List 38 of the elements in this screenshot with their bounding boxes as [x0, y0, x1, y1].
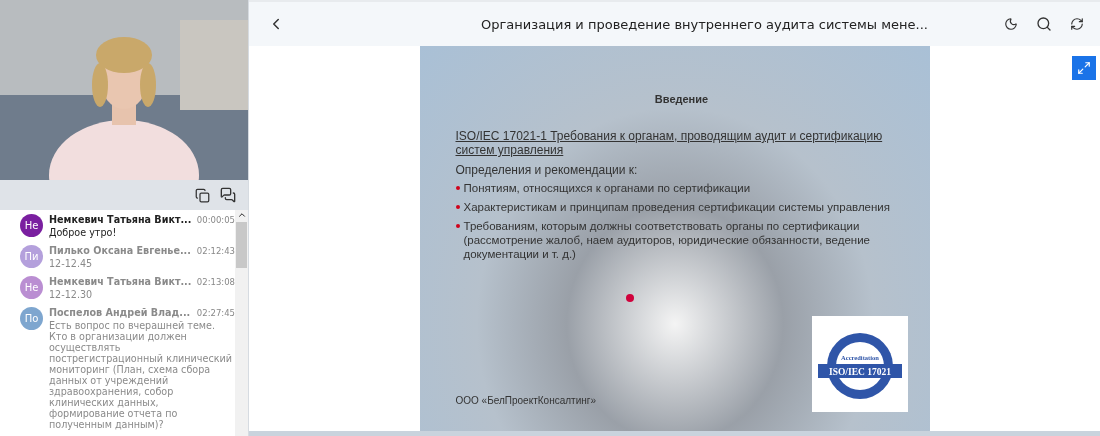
scroll-up-icon[interactable]	[236, 210, 247, 220]
author-name: Немкевич Татьяна Викт...	[49, 214, 192, 225]
author-name: Немкевич Татьяна Викт...	[49, 276, 192, 287]
scroll-thumb[interactable]	[236, 222, 247, 268]
avatar: Не	[20, 214, 43, 237]
bullet-icon	[455, 205, 460, 209]
scrollbar[interactable]	[235, 210, 248, 436]
author-name: Поспелов Андрей Влад...	[49, 307, 191, 318]
message-time: 02:12:43	[196, 245, 235, 256]
bullet-text: Понятиям, относящихся к органами по сертификации	[463, 181, 751, 195]
author-name: Пилько Оксана Евгенье...	[49, 245, 191, 256]
copy-icon[interactable]	[195, 187, 210, 203]
avatar: Пи	[20, 245, 43, 268]
pointer-dot	[625, 294, 634, 302]
bullet-icon	[455, 186, 460, 190]
refresh-icon[interactable]	[1070, 17, 1084, 31]
message-time: 00:00:05	[196, 214, 235, 225]
message-text: Доброе утро!	[49, 227, 118, 238]
message-text: 12-12.45	[49, 258, 94, 269]
company-name: ООО «БелПроектКонсалтинг»	[455, 395, 596, 406]
moon-icon[interactable]	[1004, 17, 1018, 31]
message-time: 02:13:08	[196, 276, 235, 287]
slide-heading: Введение	[653, 93, 710, 105]
bullet-text: Требованиям, которым должны соответствовать органы по сертификации (рассмотрение жалоб, наем аудиторов, юридические обязанности, ведение документации и т. д.)	[463, 219, 871, 261]
bullet-text: Характеристикам и принципам проведения сертификации системы управления	[463, 200, 890, 214]
expand-icon	[1077, 61, 1091, 75]
message-time: 02:27:45	[196, 307, 235, 318]
document-title: Организация и проведение внутреннего аудита системы мене...	[480, 16, 929, 32]
message-text: 12-12.30	[49, 289, 94, 300]
search-icon[interactable]	[1036, 16, 1052, 32]
bullet-icon	[455, 224, 460, 228]
avatar: По	[20, 307, 43, 330]
fullscreen-button[interactable]	[1072, 56, 1096, 80]
avatar: Не	[20, 276, 43, 299]
chat-icon[interactable]	[220, 187, 236, 203]
message-text: Есть вопрос по вчерашней теме. Кто в организации должен осуществлять пострегистрационный клинический мониторинг (План, схема сбора данных от учреждений здравоохранения, собор клинических данных, формирование отчета по полученным данным)?	[49, 320, 233, 430]
slide-text: Определения и рекомендации к:	[455, 163, 639, 177]
standard-title: ISO/IEC 17021-1 Требования к органам, проводящим аудит и сертификацию систем управления	[455, 129, 884, 157]
